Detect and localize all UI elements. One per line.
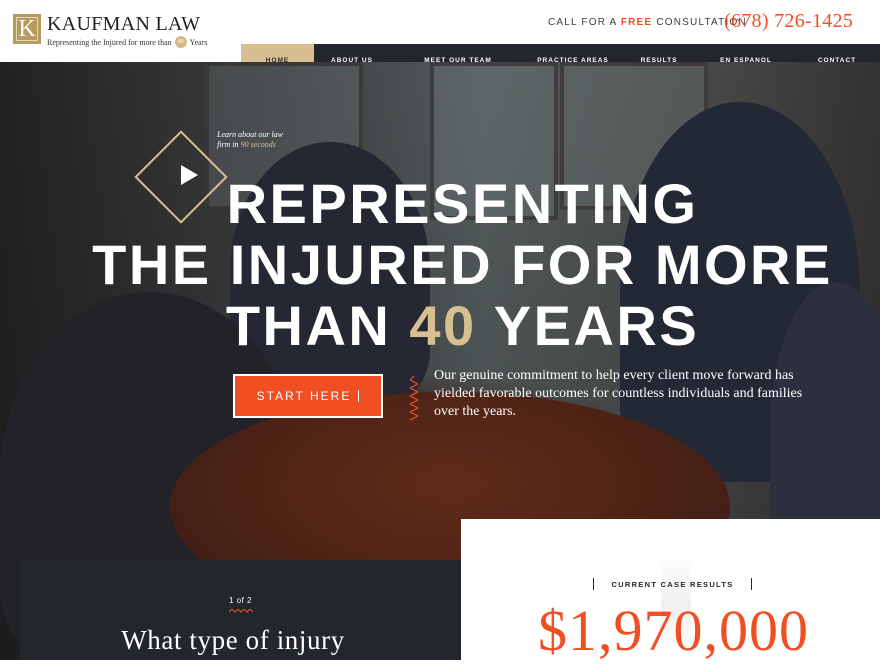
headline-line3-start: THAN xyxy=(225,294,392,357)
phone-number[interactable]: (678) 726-1425 xyxy=(724,10,853,33)
tagline-text: Representing the Injured for more than xyxy=(47,37,172,47)
tagline-end: Years xyxy=(189,37,208,47)
logo-text: KAUFMAN LAW Representing the Injured for… xyxy=(47,14,207,48)
video-caption: Learn about our law firm in 90 seconds xyxy=(217,130,307,150)
headline-line1: REPRESENTING xyxy=(226,172,699,235)
logo-mark: K xyxy=(13,14,41,44)
text-cursor-icon xyxy=(358,390,360,402)
headline-line2: THE INJURED FOR MORE xyxy=(92,233,833,296)
zigzag-divider-icon xyxy=(229,609,253,613)
video-caption-line2-start: firm in xyxy=(217,140,239,149)
cta-free: FREE xyxy=(620,17,653,28)
injury-question: What type of injury xyxy=(121,625,345,655)
headline-line3-end: YEARS xyxy=(493,294,700,357)
headline-line3: THAN 40 YEARS xyxy=(0,295,880,356)
step-counter: 1 of 2 xyxy=(228,596,252,605)
years-badge: 40 xyxy=(174,36,187,48)
firm-tagline: Representing the Injured for more than 4… xyxy=(47,36,207,48)
start-here-button[interactable]: START HERE xyxy=(233,374,383,418)
injury-questionnaire: 1 of 2 What type of injury xyxy=(20,560,461,660)
consultation-cta: CALL FOR A FREE CONSULTATION xyxy=(548,17,747,28)
video-caption-duration: 90 seconds xyxy=(240,140,276,149)
case-results-panel: CURRENT CASE RESULTS $1,970,000 xyxy=(461,519,880,663)
firm-name: KAUFMAN LAW xyxy=(47,13,201,35)
start-here-label: START HERE xyxy=(256,389,352,403)
site-header: K KAUFMAN LAW Representing the Injured f… xyxy=(0,0,880,48)
case-result-amount: $1,970,000 xyxy=(538,598,809,663)
cta-prefix: CALL FOR A xyxy=(548,17,617,28)
video-caption-line1: Learn about our law xyxy=(217,130,284,139)
case-results-label: CURRENT CASE RESULTS xyxy=(593,578,752,590)
headline-years: 40 xyxy=(409,294,477,357)
video-caption-line2: firm in 90 seconds xyxy=(217,140,307,150)
zigzag-divider-icon xyxy=(410,376,418,421)
site-logo[interactable]: K KAUFMAN LAW Representing the Injured f… xyxy=(13,14,207,48)
hero-description: Our genuine commitment to help every cli… xyxy=(434,368,803,419)
hero-headline: REPRESENTING THE INJURED FOR MORE THAN 4… xyxy=(0,173,880,356)
